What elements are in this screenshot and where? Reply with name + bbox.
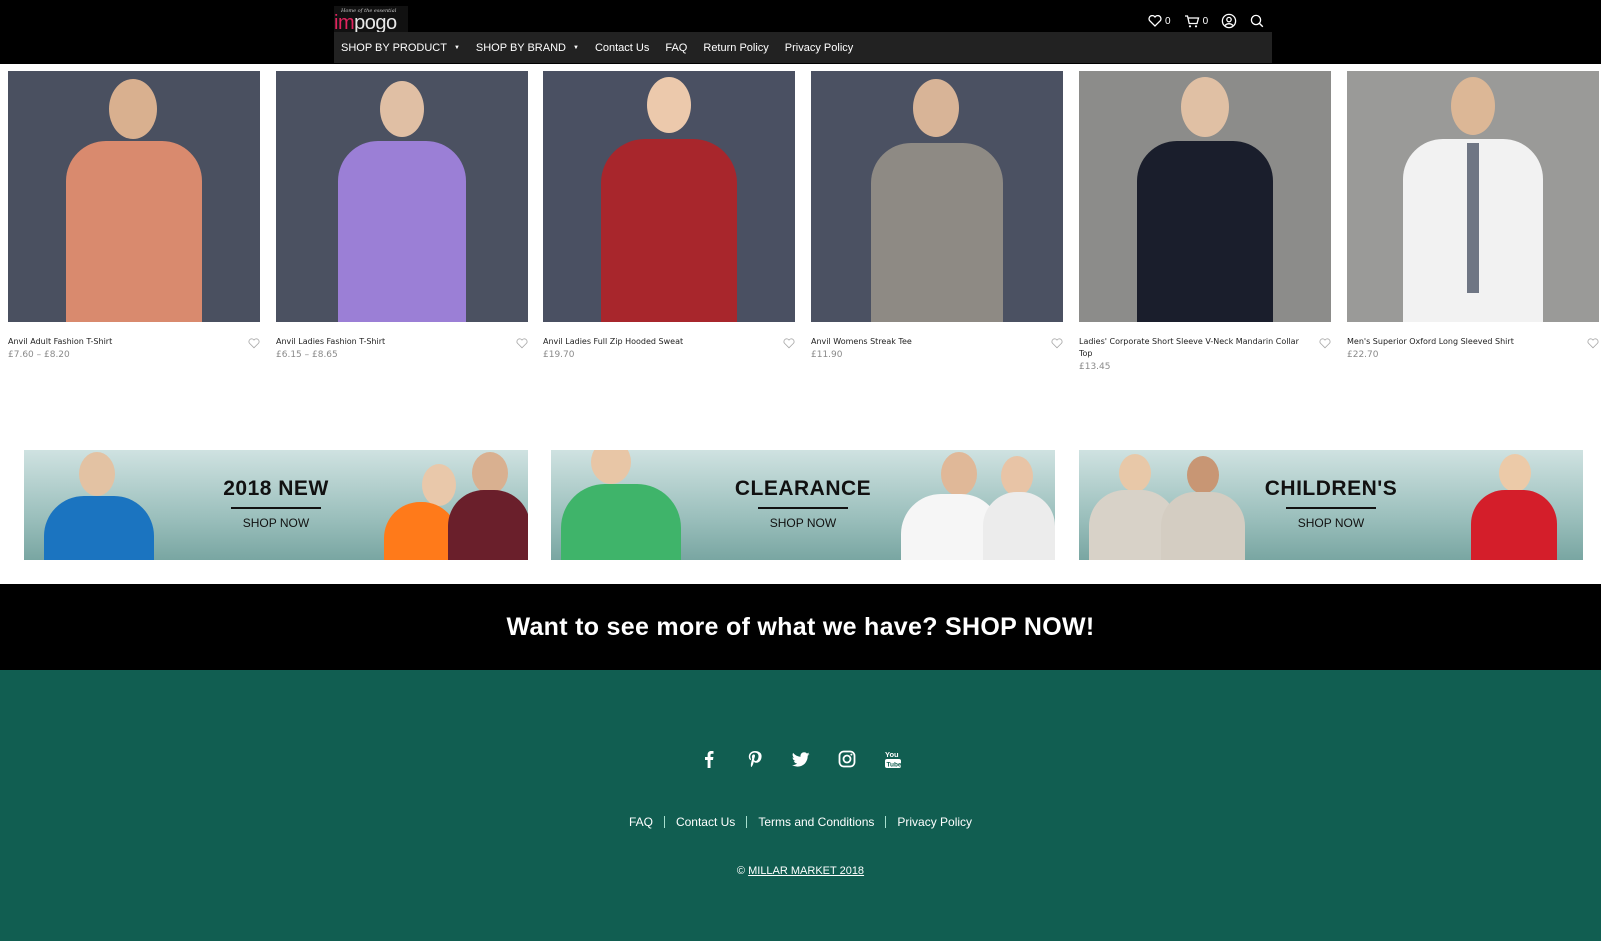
heart-icon [1319,338,1331,349]
caret-down-icon: ▼ [453,44,460,51]
product-price: £11.90 [811,350,843,360]
cart-button[interactable]: 0 [1184,14,1209,28]
nav-shop-by-product[interactable]: SHOP BY PRODUCT ▼ [341,42,460,54]
social-links: You Tube [0,748,1601,770]
footer-links: FAQ Contact Us Terms and Conditions Priv… [0,815,1601,829]
footer-separator [885,816,887,828]
banner-title: CHILDREN'S [1264,477,1398,500]
youtube-icon[interactable]: You Tube [882,748,904,770]
heart-icon [1051,338,1063,349]
heart-icon [516,338,528,349]
banner-divider [758,507,848,509]
footer-link-privacy-policy[interactable]: Privacy Policy [886,815,983,829]
banner-shop-now-link[interactable]: SHOP NOW [24,516,528,530]
banner-clearance[interactable]: CLEARANCE SHOP NOW [551,450,1055,560]
account-button[interactable] [1221,13,1237,29]
product-name[interactable]: Ladies' Corporate Short Sleeve V-Neck Ma… [1079,336,1299,360]
search-button[interactable] [1250,14,1264,28]
add-to-wishlist-button[interactable] [248,336,260,354]
copyright-symbol: © [736,865,746,877]
product-card[interactable]: Ladies' Corporate Short Sleeve V-Neck Ma… [1079,71,1331,372]
product-price: £13.45 [1079,362,1111,372]
banner-divider [231,507,321,509]
banner-divider [1286,507,1376,509]
site-header: Home of the essential impogo 0 0 SHOP BY… [0,0,1601,64]
shop-now-cta-strip[interactable]: Want to see more of what we have? SHOP N… [0,584,1601,670]
product-price: £22.70 [1347,350,1379,360]
banner-title: CLEARANCE [734,477,872,500]
main-navigation: SHOP BY PRODUCT ▼ SHOP BY BRAND ▼ Contact … [334,32,1272,63]
product-card[interactable]: Anvil Ladies Full Zip Hooded Sweat £19.7… [543,71,795,360]
copyright-link[interactable]: MILLAR MARKET 2018 [748,865,864,877]
product-image[interactable] [1347,71,1599,322]
heart-icon [1587,338,1599,349]
nav-privacy-policy[interactable]: Privacy Policy [785,42,853,54]
add-to-wishlist-button[interactable] [1051,336,1063,354]
product-name[interactable]: Anvil Adult Fashion T-Shirt [8,336,228,348]
product-name[interactable]: Men's Superior Oxford Long Sleeved Shirt [1347,336,1567,348]
product-name[interactable]: Anvil Womens Streak Tee [811,336,1031,348]
svg-text:You: You [885,750,899,759]
product-image[interactable] [811,71,1063,322]
product-card[interactable]: Anvil Adult Fashion T-Shirt £7.60 – £8.2… [8,71,260,360]
cta-strip-text[interactable]: Want to see more of what we have? SHOP N… [507,613,1095,642]
banner-childrens[interactable]: CHILDREN'S SHOP NOW [1079,450,1583,560]
product-grid: Anvil Adult Fashion T-Shirt £7.60 – £8.2… [8,71,1601,381]
caret-down-icon: ▼ [572,44,579,51]
account-icon [1221,13,1237,29]
promo-banners: 2018 NEW SHOP NOW CLEARANCE SHOP NOW CHI… [24,450,1584,560]
product-price: £19.70 [543,350,575,360]
footer-separator [746,816,748,828]
wishlist-count: 0 [1165,15,1171,27]
add-to-wishlist-button[interactable] [783,336,795,354]
footer-link-faq[interactable]: FAQ [618,815,664,829]
twitter-icon[interactable] [790,748,812,770]
banner-2018-new[interactable]: 2018 NEW SHOP NOW [24,450,528,560]
add-to-wishlist-button[interactable] [1319,336,1331,354]
site-footer: You Tube FAQ Contact Us Terms and Conditi… [0,670,1601,941]
product-image[interactable] [8,71,260,322]
banner-shop-now-link[interactable]: SHOP NOW [551,516,1055,530]
svg-text:Tube: Tube [886,761,901,768]
product-name[interactable]: Anvil Ladies Fashion T-Shirt [276,336,496,348]
nav-faq[interactable]: FAQ [665,42,687,54]
product-image[interactable] [543,71,795,322]
search-icon [1250,14,1264,28]
footer-link-contact-us[interactable]: Contact Us [665,815,746,829]
heart-icon [783,338,795,349]
banner-title: 2018 NEW [223,477,329,500]
product-image[interactable] [276,71,528,322]
site-logo[interactable]: Home of the essential impogo [334,6,408,34]
cart-count: 0 [1202,15,1209,27]
pinterest-icon[interactable] [744,748,766,770]
product-card[interactable]: Men's Superior Oxford Long Sleeved Shirt… [1347,71,1599,360]
product-image[interactable] [1079,71,1331,322]
logo-wordmark: impogo [334,12,397,34]
add-to-wishlist-button[interactable] [516,336,528,354]
heart-icon [248,338,260,349]
banner-shop-now-link[interactable]: SHOP NOW [1079,516,1583,530]
header-icons: 0 0 [1148,13,1277,29]
product-card[interactable]: Anvil Womens Streak Tee £11.90 [811,71,1063,360]
footer-link-terms[interactable]: Terms and Conditions [747,815,885,829]
nav-return-policy[interactable]: Return Policy [703,42,768,54]
facebook-icon[interactable] [698,748,720,770]
copyright: © MILLAR MARKET 2018 [0,865,1601,877]
nav-contact-us[interactable]: Contact Us [595,42,649,54]
footer-separator [663,816,665,828]
wishlist-button[interactable]: 0 [1148,15,1171,27]
product-card[interactable]: Anvil Ladies Fashion T-Shirt £6.15 – £8.… [276,71,528,360]
cart-icon [1184,14,1199,27]
wishlist-heart-icon [1148,15,1162,27]
product-name[interactable]: Anvil Ladies Full Zip Hooded Sweat [543,336,763,348]
product-price: £7.60 – £8.20 [8,350,70,360]
instagram-icon[interactable] [836,748,858,770]
product-price: £6.15 – £8.65 [276,350,338,360]
nav-shop-by-brand[interactable]: SHOP BY BRAND ▼ [476,42,579,54]
add-to-wishlist-button[interactable] [1587,336,1599,354]
